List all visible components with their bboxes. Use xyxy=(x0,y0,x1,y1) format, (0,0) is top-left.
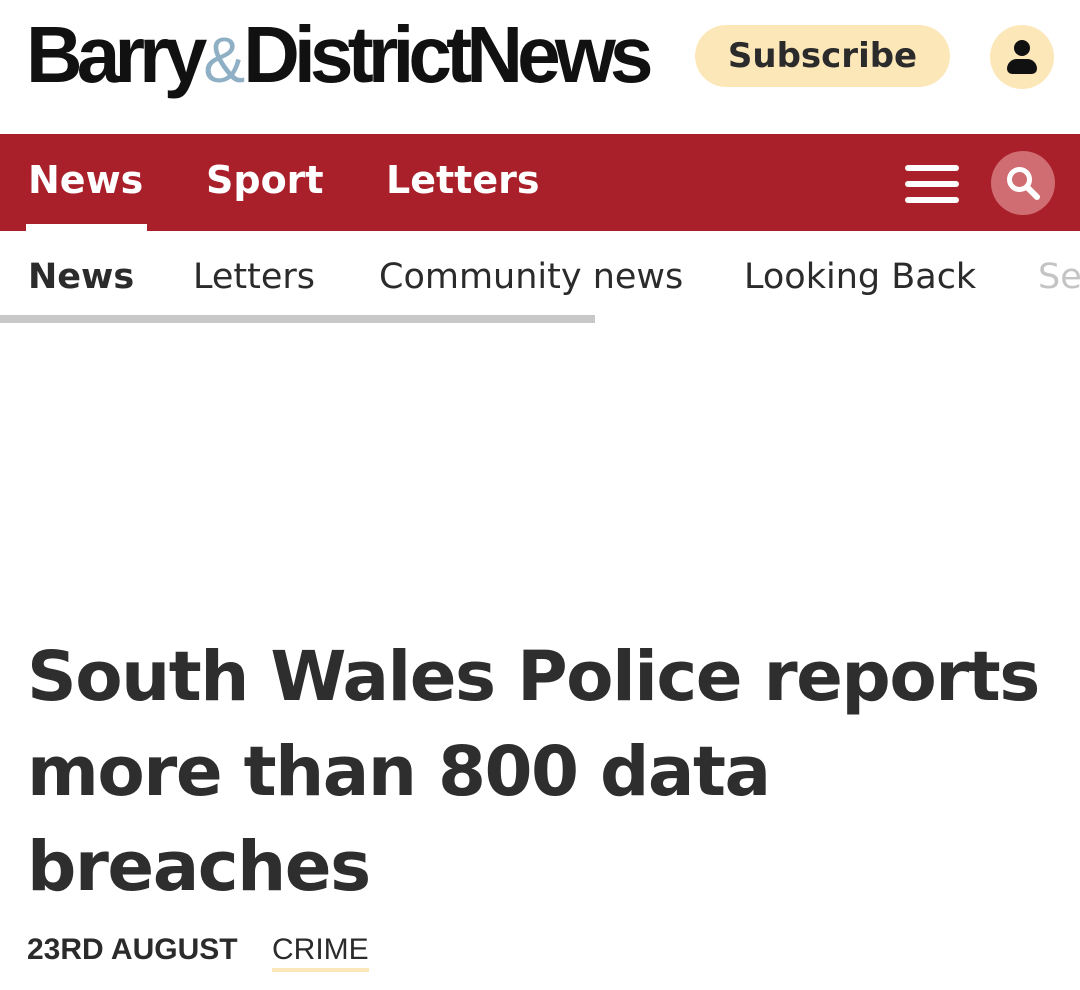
logo-text-news: News xyxy=(466,10,653,99)
logo-ampersand: & xyxy=(203,24,245,96)
site-logo[interactable]: Barry&DistrictNews xyxy=(26,10,654,105)
hamburger-menu-icon[interactable] xyxy=(905,165,959,203)
primary-nav-news[interactable]: News xyxy=(25,134,148,231)
subscribe-button[interactable]: Subscribe xyxy=(695,25,950,87)
subscribe-label: Subscribe xyxy=(727,36,918,76)
masthead: Barry&DistrictNews Subscribe xyxy=(0,0,1080,134)
article-date: 23RD AUGUST xyxy=(27,933,238,966)
secondary-nav-news[interactable]: News xyxy=(28,255,134,299)
user-icon xyxy=(1014,40,1030,56)
primary-nav-sport[interactable]: Sport xyxy=(206,134,324,231)
search-icon xyxy=(1007,167,1040,200)
primary-nav-label: Sport xyxy=(206,158,324,202)
logo-text-barry: Barry xyxy=(26,10,207,99)
secondary-nav-looking-back[interactable]: Looking Back xyxy=(744,255,976,299)
menu-bar xyxy=(905,165,959,171)
user-icon-body xyxy=(1007,59,1037,74)
secondary-nav-overflow-item[interactable]: Se xyxy=(1038,255,1080,299)
secondary-nav-letters[interactable]: Letters xyxy=(193,255,315,299)
primary-nav-label: News xyxy=(28,158,144,202)
secondary-nav-scrollbar[interactable] xyxy=(0,315,595,323)
search-button[interactable] xyxy=(991,151,1055,215)
article-headline: South Wales Police reports more than 800… xyxy=(27,637,1040,907)
secondary-nav-community-news[interactable]: Community news xyxy=(379,255,683,299)
primary-nav-letters[interactable]: Letters xyxy=(386,134,539,231)
primary-nav-label: Letters xyxy=(386,158,540,202)
article-category-link[interactable]: CRIME xyxy=(272,932,369,972)
account-button[interactable] xyxy=(990,25,1054,89)
logo-text-district: District xyxy=(243,10,472,99)
secondary-nav: News Letters Community news Looking Back… xyxy=(0,231,1080,326)
menu-bar xyxy=(905,197,959,203)
menu-bar xyxy=(905,181,959,187)
